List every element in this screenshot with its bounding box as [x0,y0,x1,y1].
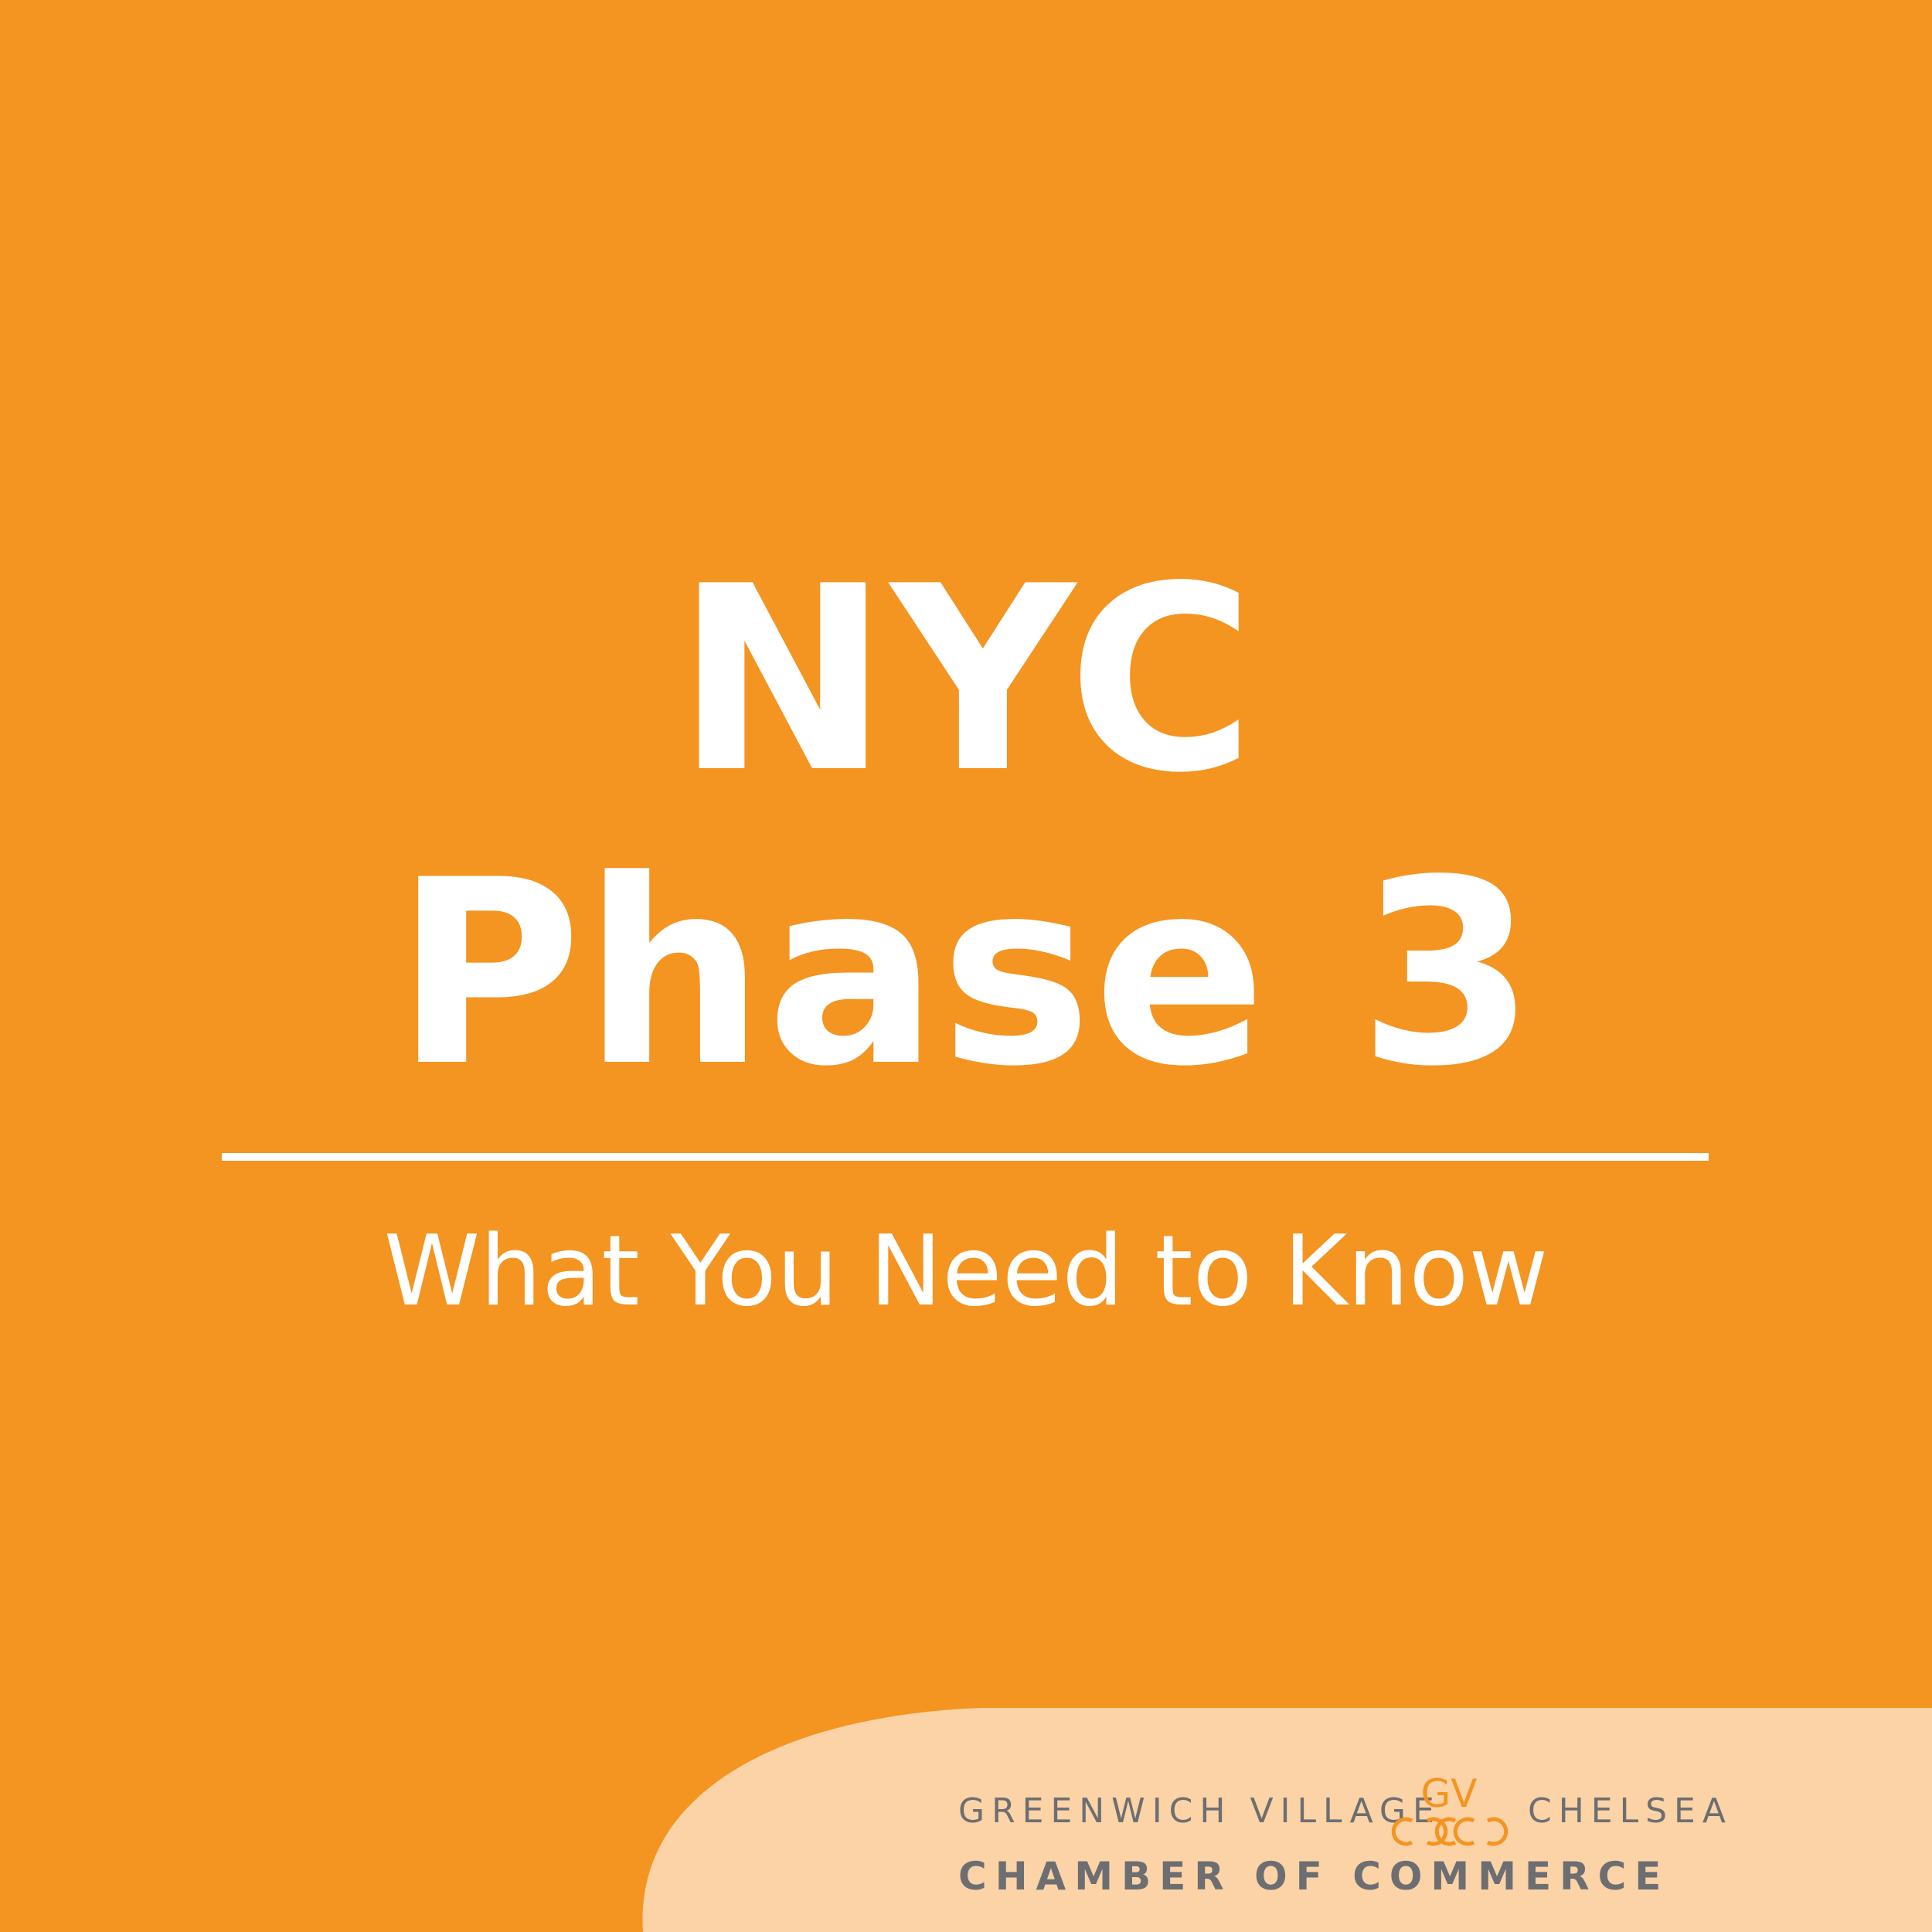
logo-mark-icon: GV [1391,1773,1509,1846]
logo-mark-letters: GV [1421,1773,1478,1816]
logo-left-text: GREENWICH VILLAGE [958,1791,1441,1831]
logo-right-text: CHELSEA [1528,1791,1733,1831]
corner-panel [642,1708,1932,1932]
chamber-logo: GREENWICH VILLAGE GV CHELSEA CHAMBER OF … [958,1754,1726,1909]
poster: NYC Phase 3 What You Need to Know GREENW… [0,0,1932,1932]
logo-top-row: GREENWICH VILLAGE GV CHELSEA [958,1773,1726,1846]
logo-bottom-text: CHAMBER OF COMMERCE [958,1854,1670,1899]
